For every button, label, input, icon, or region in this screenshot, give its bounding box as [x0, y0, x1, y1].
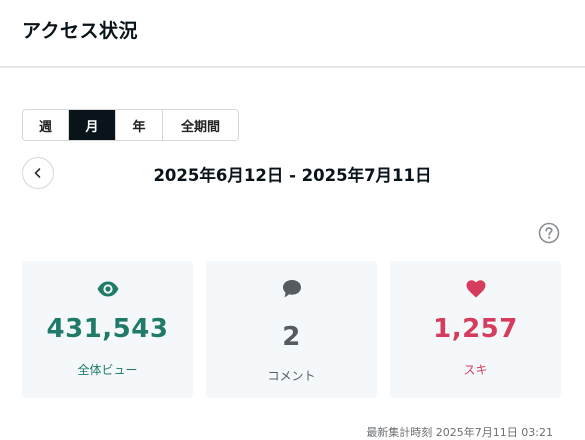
period-tabs: 週 月 年 全期間 — [22, 109, 239, 141]
comments-value: 2 — [282, 322, 301, 352]
tab-week[interactable]: 週 — [23, 110, 69, 140]
eye-icon — [97, 281, 118, 297]
previous-period-button[interactable] — [22, 157, 54, 189]
page-header: アクセス状況 — [0, 0, 585, 68]
views-value: 431,543 — [46, 314, 169, 344]
views-card: 431,543 全体ビュー — [22, 261, 193, 398]
likes-label: スキ — [463, 363, 488, 377]
tab-month[interactable]: 月 — [69, 110, 116, 140]
page-title: アクセス状況 — [22, 20, 139, 42]
comments-label: コメント — [267, 369, 316, 383]
help-icon[interactable] — [538, 222, 560, 244]
speech-bubble-icon — [282, 280, 301, 298]
likes-card: 1,257 スキ — [390, 261, 561, 398]
likes-value: 1,257 — [433, 314, 518, 344]
heart-icon — [466, 280, 485, 298]
access-stats-page: アクセス状況 週 月 年 全期間 2025年6月12日 - 2025年7月11日… — [0, 0, 585, 440]
comments-card: 2 コメント — [206, 261, 377, 398]
chevron-left-icon — [34, 168, 41, 178]
date-range: 2025年6月12日 - 2025年7月11日 — [153, 166, 432, 185]
tab-all-time[interactable]: 全期間 — [163, 110, 238, 140]
tab-year[interactable]: 年 — [116, 110, 163, 140]
last-updated-timestamp: 最新集計時刻 2025年7月11日 03:21 — [366, 426, 553, 439]
views-label: 全体ビュー — [77, 363, 138, 377]
